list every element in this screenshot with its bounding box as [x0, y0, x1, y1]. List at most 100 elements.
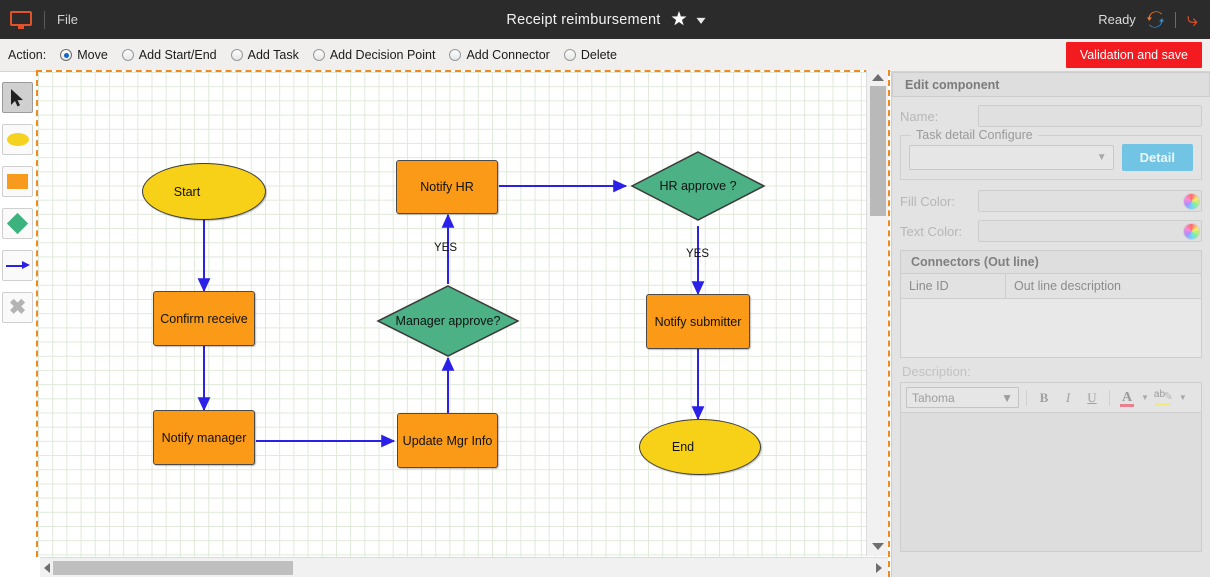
radio-label-delete: Delete — [580, 48, 617, 62]
select-cursor-tool[interactable] — [2, 82, 33, 113]
title-bar: File Receipt reimbursement ★ ▾ Ready ⤷ — [0, 0, 1210, 39]
panel-header: Edit component — [892, 72, 1210, 97]
scroll-left-arrow-icon[interactable] — [44, 563, 50, 573]
font-family-value: Tahoma — [912, 390, 955, 405]
description-textarea[interactable] — [901, 413, 1201, 551]
monitor-icon[interactable] — [10, 10, 32, 29]
scroll-up-arrow-icon[interactable] — [872, 74, 884, 81]
node-label: Start — [173, 184, 201, 199]
action-label: Action: — [8, 48, 47, 62]
flowchart: Start Confirm receive Notify manager Upd… — [38, 72, 888, 575]
connectors-table: Line ID Out line description — [900, 274, 1202, 358]
node-label: Update Mgr Info — [402, 433, 493, 448]
highlight-dropdown-icon[interactable]: ▼ — [1179, 393, 1187, 402]
description-label: Description: — [902, 364, 971, 379]
radio-dot-add-connector[interactable] — [449, 49, 462, 61]
node-update-mgr-info[interactable]: Update Mgr Info — [397, 413, 498, 468]
task-detail-legend: Task detail Configure — [911, 128, 1038, 142]
connector-arrow-tool[interactable] — [2, 250, 33, 281]
node-label: Notify HR — [420, 180, 474, 194]
close-x-icon: ✖ — [8, 296, 27, 319]
node-manager-approve[interactable]: Manager approve? — [376, 284, 520, 358]
node-label: Manager approve? — [395, 314, 501, 328]
detail-button[interactable]: Detail — [1121, 144, 1193, 171]
file-menu[interactable]: File — [57, 12, 78, 27]
radio-dot-move[interactable] — [60, 49, 73, 61]
column-out-line-description: Out line description — [1014, 279, 1122, 293]
radio-dot-delete[interactable] — [563, 49, 576, 61]
arrow-icon — [5, 261, 30, 270]
canvas-horizontal-scrollbar[interactable] — [40, 557, 888, 577]
redo-arrow-icon[interactable]: ⤷ — [1187, 10, 1198, 30]
radio-dot-add-start-end[interactable] — [121, 49, 134, 61]
text-color-label: Text Color: — [900, 223, 963, 239]
text-color-input[interactable] — [978, 220, 1202, 242]
radio-dot-add-task[interactable] — [230, 49, 243, 61]
description-editor: Tahoma ▼ B I U A ▼ ab ✎ ▼ — [900, 382, 1202, 552]
column-line-id: Line ID — [901, 274, 1006, 298]
diamond-icon — [6, 212, 29, 235]
fill-color-label: Fill Color: — [900, 193, 955, 209]
toolbar-divider — [1109, 389, 1110, 406]
name-input[interactable] — [978, 105, 1202, 127]
radio-dot-add-decision-point[interactable] — [312, 49, 325, 61]
node-end[interactable]: End — [639, 419, 761, 475]
node-notify-submitter[interactable]: Notify submitter — [646, 294, 750, 349]
vertical-scroll-thumb[interactable] — [870, 86, 886, 216]
horizontal-scroll-thumb[interactable] — [53, 561, 293, 575]
chevron-down-icon[interactable]: ▾ — [696, 13, 705, 27]
node-label: Notify submitter — [654, 314, 742, 329]
bold-button[interactable]: B — [1034, 388, 1054, 408]
edge-label-manager-yes: YES — [434, 242, 458, 254]
node-label: HR approve ? — [659, 179, 737, 193]
connectors-table-header: Line ID Out line description — [901, 274, 1201, 299]
star-icon[interactable]: ★ — [671, 10, 688, 29]
node-notify-manager[interactable]: Notify manager — [153, 410, 255, 465]
radio-move[interactable]: Move — [60, 48, 108, 62]
font-color-dropdown-icon[interactable]: ▼ — [1141, 393, 1149, 402]
radio-label-move: Move — [77, 48, 108, 62]
color-wheel-icon[interactable] — [1183, 192, 1200, 210]
rectangle-task-tool[interactable] — [2, 166, 33, 197]
node-label: Notify manager — [161, 430, 247, 445]
node-hr-approve[interactable]: HR approve ? — [630, 150, 766, 222]
radio-add-decision-point[interactable]: Add Decision Point — [312, 48, 436, 62]
italic-button[interactable]: I — [1058, 388, 1078, 408]
task-detail-select[interactable]: ▼ — [909, 145, 1114, 170]
task-detail-configure-group: Task detail Configure ▼ Detail — [900, 128, 1202, 180]
scroll-down-arrow-icon[interactable] — [872, 543, 884, 550]
color-wheel-icon[interactable] — [1183, 222, 1200, 240]
canvas-vertical-scrollbar[interactable] — [866, 70, 888, 556]
connectors-table-body[interactable] — [901, 299, 1201, 357]
node-label: End — [671, 440, 695, 454]
radio-delete[interactable]: Delete — [563, 48, 617, 62]
font-color-icon[interactable]: A — [1117, 388, 1137, 408]
text-highlight-icon[interactable]: ab ✎ — [1153, 388, 1175, 408]
underline-button[interactable]: U — [1082, 388, 1102, 408]
radio-add-connector[interactable]: Add Connector — [449, 48, 550, 62]
diamond-decision-tool[interactable] — [2, 208, 33, 239]
radio-add-task[interactable]: Add Task — [230, 48, 299, 62]
validation-and-save-button[interactable]: Validation and save — [1065, 42, 1202, 68]
chevron-down-icon: ▼ — [1096, 152, 1107, 163]
name-label: Name: — [900, 108, 939, 124]
delete-tool[interactable]: ✖ — [2, 292, 33, 323]
node-start[interactable]: Start — [142, 163, 266, 220]
font-family-select[interactable]: Tahoma ▼ — [906, 387, 1019, 408]
action-toolbar: Action: Move Add Start/End Add Task Add … — [0, 39, 1210, 72]
name-row: Name: — [900, 105, 1202, 127]
node-confirm-receive[interactable]: Confirm receive — [153, 291, 255, 346]
radio-label-add-decision-point: Add Decision Point — [329, 48, 436, 62]
node-notify-hr[interactable]: Notify HR — [396, 160, 498, 214]
shape-palette: ✖ — [0, 72, 36, 577]
fill-color-input[interactable] — [978, 190, 1202, 212]
diagram-canvas[interactable]: Start Confirm receive Notify manager Upd… — [36, 70, 890, 577]
title-divider — [44, 10, 45, 29]
toolbar-divider — [1174, 11, 1176, 28]
radio-add-start-end[interactable]: Add Start/End — [121, 48, 217, 62]
rich-text-toolbar: Tahoma ▼ B I U A ▼ ab ✎ ▼ — [901, 383, 1201, 413]
edge-label-hr-yes: YES — [686, 248, 710, 260]
ellipse-start-end-tool[interactable] — [2, 124, 33, 155]
scroll-right-arrow-icon[interactable] — [876, 563, 882, 573]
refresh-icon[interactable] — [1146, 11, 1164, 28]
